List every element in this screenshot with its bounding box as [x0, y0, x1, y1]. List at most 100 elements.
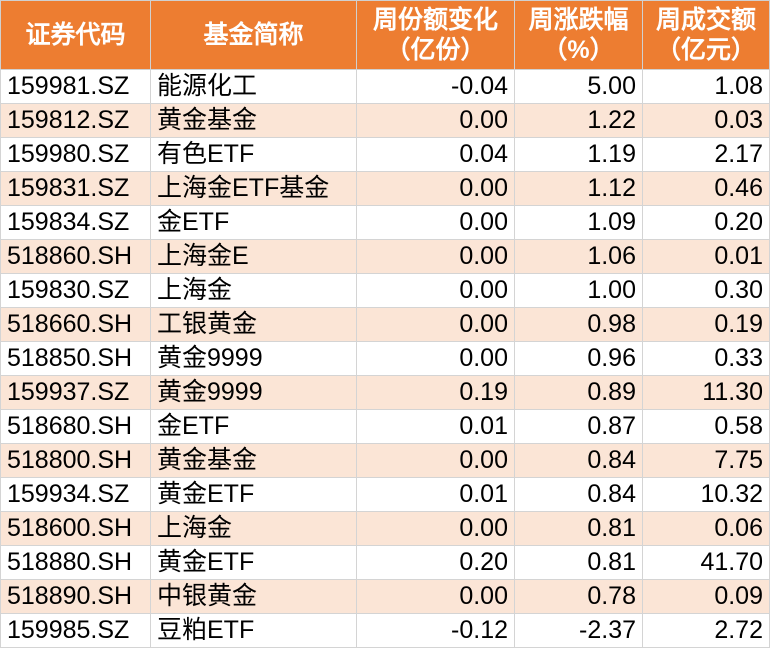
cell-fund-name: 上海金 — [150, 511, 357, 546]
table-row: 518880.SH 黄金ETF 0.20 0.81 41.70 — [0, 545, 770, 580]
cell-share-change: 0.01 — [356, 409, 515, 444]
cell-fund-name: 上海金E — [150, 239, 357, 274]
cell-share-change: -0.12 — [356, 613, 515, 648]
header-unit: （亿份） — [385, 36, 486, 64]
table-row: 518600.SH 上海金 0.00 0.81 0.06 — [0, 511, 770, 546]
cell-turnover: 0.03 — [642, 103, 770, 138]
cell-share-change: 0.01 — [356, 477, 515, 512]
cell-turnover: 11.30 — [642, 375, 770, 410]
cell-security-code: 518880.SH — [0, 545, 151, 580]
cell-security-code: 159812.SZ — [0, 103, 151, 138]
cell-security-code: 159830.SZ — [0, 273, 151, 308]
cell-turnover: 41.70 — [642, 545, 770, 580]
cell-change-pct: 0.81 — [514, 511, 643, 546]
header-fund-name: 基金简称 — [150, 0, 357, 70]
cell-fund-name: 黄金基金 — [150, 103, 357, 138]
cell-fund-name: 黄金ETF — [150, 477, 357, 512]
cell-security-code: 159985.SZ — [0, 613, 151, 648]
cell-turnover: 0.46 — [642, 171, 770, 206]
cell-turnover: 1.08 — [642, 69, 770, 104]
table-row: 518890.SH 中银黄金 0.00 0.78 0.09 — [0, 579, 770, 614]
header-security-code: 证券代码 — [0, 0, 151, 70]
cell-share-change: -0.04 — [356, 69, 515, 104]
header-label: 基金简称 — [203, 21, 304, 49]
table-row: 159830.SZ 上海金 0.00 1.00 0.30 — [0, 273, 770, 308]
table-row: 159985.SZ 豆粕ETF -0.12 -2.37 2.72 — [0, 613, 770, 648]
header-unit: （%） — [542, 36, 615, 64]
cell-share-change: 0.00 — [356, 307, 515, 342]
cell-change-pct: 0.84 — [514, 443, 643, 478]
cell-security-code: 159831.SZ — [0, 171, 151, 206]
cell-share-change: 0.04 — [356, 137, 515, 172]
cell-fund-name: 黄金ETF — [150, 545, 357, 580]
cell-security-code: 518850.SH — [0, 341, 151, 376]
cell-share-change: 0.00 — [356, 103, 515, 138]
table-row: 518660.SH 工银黄金 0.00 0.98 0.19 — [0, 307, 770, 342]
table-row: 159980.SZ 有色ETF 0.04 1.19 2.17 — [0, 137, 770, 172]
cell-security-code: 159937.SZ — [0, 375, 151, 410]
header-label: 周成交额 — [655, 6, 756, 34]
cell-turnover: 0.01 — [642, 239, 770, 274]
cell-change-pct: 1.06 — [514, 239, 643, 274]
cell-fund-name: 有色ETF — [150, 137, 357, 172]
table-body: 159981.SZ 能源化工 -0.04 5.00 1.08 159812.SZ 黄金基金 0… — [0, 69, 770, 648]
cell-turnover: 0.58 — [642, 409, 770, 444]
table-row: 518860.SH 上海金E 0.00 1.06 0.01 — [0, 239, 770, 274]
header-unit: （亿元） — [655, 36, 756, 64]
cell-fund-name: 上海金ETF基金 — [150, 171, 357, 206]
etf-weekly-table: 证券代码 基金简称 周份额变化 （亿份） 周涨跌幅 （%） 周成交额 （亿元） … — [0, 0, 770, 648]
cell-turnover: 0.06 — [642, 511, 770, 546]
cell-change-pct: 1.09 — [514, 205, 643, 240]
table-row: 518800.SH 黄金基金 0.00 0.84 7.75 — [0, 443, 770, 478]
table-row: 159834.SZ 金ETF 0.00 1.09 0.20 — [0, 205, 770, 240]
header-weekly-share-change: 周份额变化 （亿份） — [356, 0, 515, 70]
header-row: 证券代码 基金简称 周份额变化 （亿份） 周涨跌幅 （%） 周成交额 （亿元） — [0, 0, 770, 70]
cell-change-pct: 0.87 — [514, 409, 643, 444]
cell-turnover: 0.19 — [642, 307, 770, 342]
cell-fund-name: 中银黄金 — [150, 579, 357, 614]
cell-fund-name: 金ETF — [150, 409, 357, 444]
cell-security-code: 518890.SH — [0, 579, 151, 614]
cell-change-pct: 5.00 — [514, 69, 643, 104]
cell-share-change: 0.20 — [356, 545, 515, 580]
cell-fund-name: 黄金基金 — [150, 443, 357, 478]
cell-security-code: 159981.SZ — [0, 69, 151, 104]
cell-fund-name: 工银黄金 — [150, 307, 357, 342]
cell-change-pct: 0.84 — [514, 477, 643, 512]
cell-fund-name: 豆粕ETF — [150, 613, 357, 648]
cell-change-pct: 0.89 — [514, 375, 643, 410]
cell-share-change: 0.00 — [356, 171, 515, 206]
header-weekly-turnover: 周成交额 （亿元） — [642, 0, 770, 70]
cell-security-code: 518800.SH — [0, 443, 151, 478]
cell-turnover: 10.32 — [642, 477, 770, 512]
cell-security-code: 518860.SH — [0, 239, 151, 274]
cell-share-change: 0.00 — [356, 511, 515, 546]
cell-turnover: 0.09 — [642, 579, 770, 614]
cell-share-change: 0.00 — [356, 239, 515, 274]
cell-security-code: 518600.SH — [0, 511, 151, 546]
cell-share-change: 0.00 — [356, 579, 515, 614]
cell-change-pct: 1.22 — [514, 103, 643, 138]
header-weekly-change-pct: 周涨跌幅 （%） — [514, 0, 643, 70]
table-row: 159937.SZ 黄金9999 0.19 0.89 11.30 — [0, 375, 770, 410]
cell-fund-name: 金ETF — [150, 205, 357, 240]
table-row: 159831.SZ 上海金ETF基金 0.00 1.12 0.46 — [0, 171, 770, 206]
cell-change-pct: 0.81 — [514, 545, 643, 580]
cell-change-pct: 0.98 — [514, 307, 643, 342]
table-row: 159934.SZ 黄金ETF 0.01 0.84 10.32 — [0, 477, 770, 512]
table-row: 159981.SZ 能源化工 -0.04 5.00 1.08 — [0, 69, 770, 104]
cell-security-code: 518680.SH — [0, 409, 151, 444]
cell-share-change: 0.00 — [356, 341, 515, 376]
cell-share-change: 0.00 — [356, 205, 515, 240]
cell-change-pct: 0.78 — [514, 579, 643, 614]
cell-share-change: 0.19 — [356, 375, 515, 410]
cell-change-pct: -2.37 — [514, 613, 643, 648]
cell-turnover: 0.33 — [642, 341, 770, 376]
cell-security-code: 159934.SZ — [0, 477, 151, 512]
cell-security-code: 159980.SZ — [0, 137, 151, 172]
cell-turnover: 7.75 — [642, 443, 770, 478]
cell-change-pct: 1.00 — [514, 273, 643, 308]
cell-change-pct: 1.12 — [514, 171, 643, 206]
cell-fund-name: 黄金9999 — [150, 375, 357, 410]
cell-turnover: 0.20 — [642, 205, 770, 240]
